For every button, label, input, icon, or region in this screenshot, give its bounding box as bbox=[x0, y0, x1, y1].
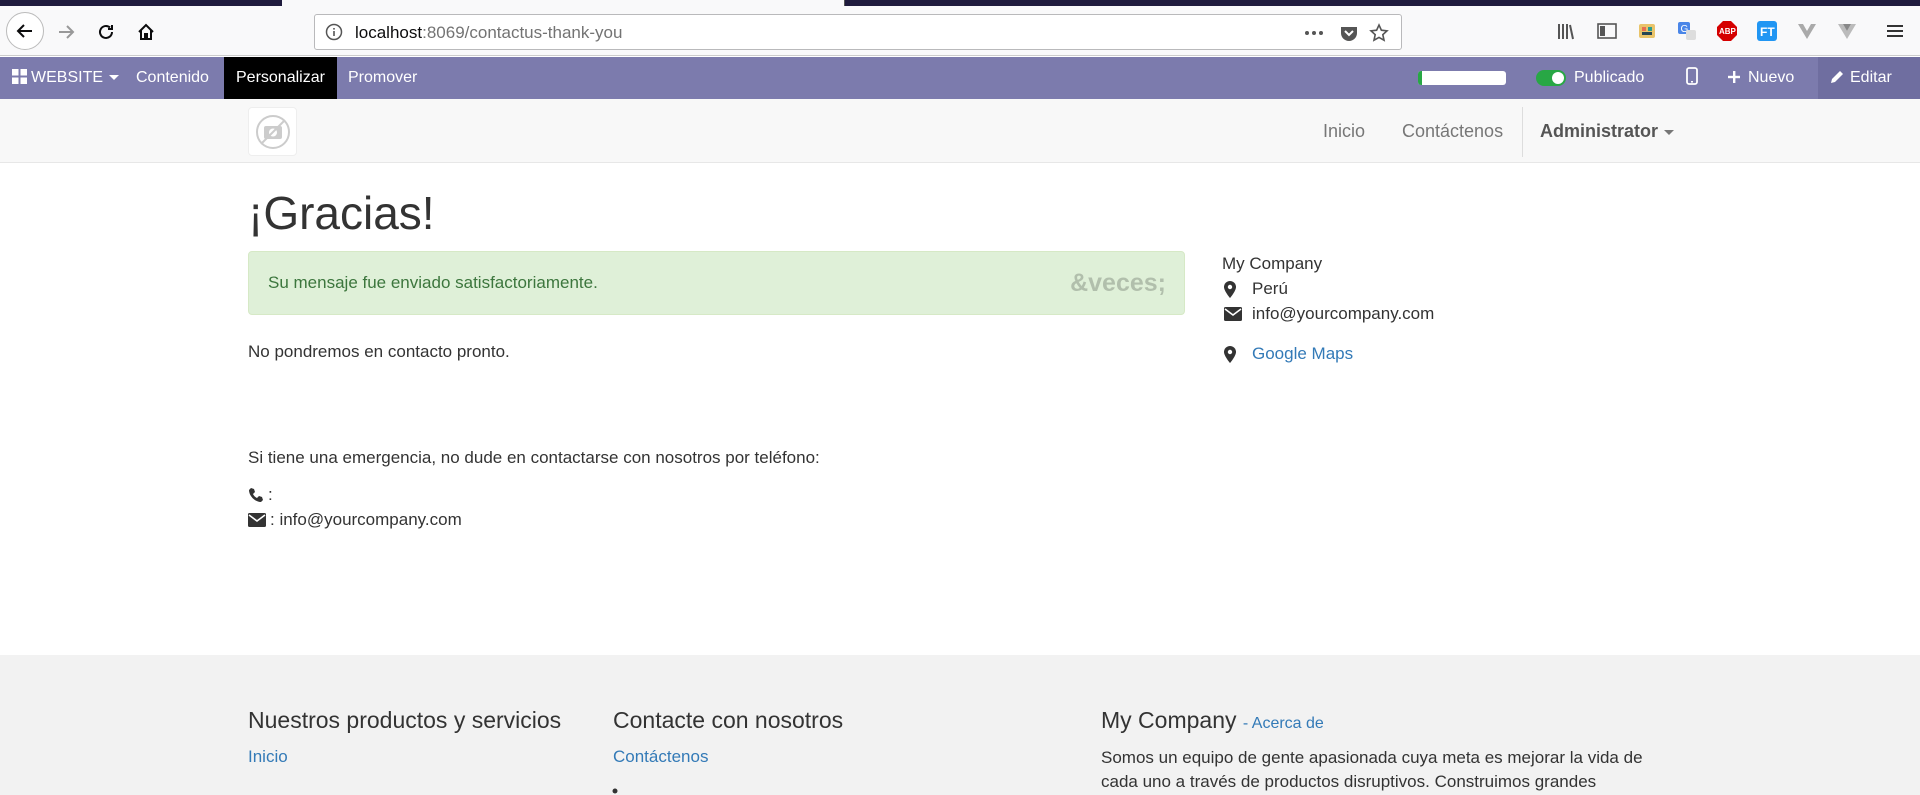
editar-label: Editar bbox=[1850, 69, 1892, 86]
footer-products-title: Nuestros productos y servicios bbox=[248, 707, 562, 733]
odoo-website-bar: WEBSITE Contenido Personalizar Promover … bbox=[0, 57, 1920, 99]
hamburger-menu-icon[interactable] bbox=[1884, 20, 1906, 42]
plus-icon bbox=[1728, 71, 1740, 83]
reload-icon bbox=[99, 24, 113, 39]
sidebar-country: Perú bbox=[1252, 279, 1288, 298]
google-maps-link[interactable]: Google Maps bbox=[1252, 344, 1353, 364]
url-host: localhost bbox=[355, 23, 423, 42]
chevron-down-icon bbox=[1664, 129, 1675, 135]
page-title: ¡Gracias! bbox=[248, 187, 435, 239]
adblock-extension-icon[interactable]: ABP bbox=[1716, 20, 1738, 42]
svg-text:FT: FT bbox=[1760, 25, 1775, 39]
vue-devtools-icon[interactable] bbox=[1796, 20, 1818, 42]
nuevo-label: Nuevo bbox=[1748, 69, 1795, 86]
translate-extension-icon[interactable]: G bbox=[1676, 20, 1698, 42]
site-footer: Nuestros productos y servicios Inicio Co… bbox=[0, 655, 1920, 795]
nuevo-button[interactable]: Nuevo bbox=[1716, 57, 1806, 99]
emergency-text: Si tiene una emergencia, no dude en cont… bbox=[248, 448, 820, 467]
envelope-icon bbox=[248, 513, 266, 527]
mobile-preview-button[interactable] bbox=[1674, 57, 1710, 99]
footer-contact-title: Contacte con nosotros bbox=[613, 707, 844, 733]
sidebar-email: info@yourcompany.com bbox=[1252, 304, 1435, 323]
mobile-phone-icon bbox=[1686, 67, 1698, 85]
user-menu[interactable]: Administrator bbox=[1540, 99, 1675, 163]
company-logo[interactable] bbox=[248, 107, 297, 156]
arrow-left-icon bbox=[16, 24, 32, 38]
pencil-icon bbox=[1831, 71, 1843, 83]
sidebar-company: My Company bbox=[1222, 254, 1323, 273]
svg-text:ABP: ABP bbox=[1719, 27, 1737, 36]
email-value: : info@yourcompany.com bbox=[270, 510, 462, 529]
menu-promover[interactable]: Promover bbox=[336, 57, 429, 99]
sidebar-maps-row: Google Maps bbox=[1224, 344, 1353, 364]
url-text[interactable]: localhost:8069/contactus-thank-you bbox=[355, 23, 622, 43]
url-bar[interactable]: localhost:8069/contactus-thank-you bbox=[314, 14, 1402, 50]
menu-contenido[interactable]: Contenido bbox=[124, 57, 221, 99]
phone-icon bbox=[249, 488, 263, 502]
publish-toggle[interactable]: Publicado bbox=[1524, 57, 1656, 99]
map-marker-icon bbox=[1224, 345, 1236, 363]
camera-placeholder-icon bbox=[255, 114, 290, 149]
phone-line: : bbox=[248, 485, 273, 505]
envelope-icon bbox=[1224, 307, 1242, 321]
info-icon[interactable] bbox=[325, 23, 343, 46]
map-marker-icon bbox=[1224, 280, 1236, 298]
alert-close-button[interactable]: &veces; bbox=[1070, 269, 1166, 298]
alert-message: Su mensaje fue enviado satisfactoriament… bbox=[268, 273, 598, 292]
footer-company-title: My Company - Acerca de bbox=[1101, 707, 1324, 734]
user-name: Administrator bbox=[1540, 121, 1659, 141]
sidebar-icon[interactable] bbox=[1596, 20, 1618, 42]
email-line: : info@yourcompany.com bbox=[248, 510, 462, 530]
footer-about-link[interactable]: - Acerca de bbox=[1243, 715, 1324, 732]
sidebar-country-row: Perú bbox=[1224, 279, 1288, 299]
arrow-right-icon bbox=[59, 25, 75, 39]
nav-contactenos[interactable]: Contáctenos bbox=[1402, 99, 1503, 163]
apps-grid-icon bbox=[12, 69, 27, 84]
bookmark-star-icon[interactable] bbox=[1369, 23, 1389, 48]
phone-value: : bbox=[268, 485, 273, 504]
progress-fill bbox=[1418, 71, 1423, 85]
footer-contactenos-link[interactable]: Contáctenos bbox=[613, 747, 708, 767]
vue-extension-icon[interactable] bbox=[1836, 20, 1858, 42]
nav-inicio[interactable]: Inicio bbox=[1323, 99, 1365, 163]
home-button[interactable] bbox=[128, 14, 164, 50]
footer-inicio-link[interactable]: Inicio bbox=[248, 747, 288, 767]
forward-button[interactable] bbox=[48, 14, 84, 50]
ft-extension-icon[interactable]: FT bbox=[1756, 20, 1778, 42]
website-menu[interactable]: WEBSITE bbox=[0, 57, 131, 99]
success-alert: Su mensaje fue enviado satisfactoriament… bbox=[248, 251, 1185, 315]
footer-about-text-line2: cada uno a través de productos disruptiv… bbox=[1101, 772, 1597, 791]
website-label: WEBSITE bbox=[31, 69, 104, 86]
library-icon[interactable] bbox=[1556, 20, 1578, 42]
editar-button[interactable]: Editar bbox=[1818, 57, 1920, 99]
sidebar-email-row: info@yourcompany.com bbox=[1224, 304, 1434, 324]
contact-soon-text: No pondremos en contacto pronto. bbox=[248, 342, 510, 361]
browser-toolbar: localhost:8069/contactus-thank-you G ABP… bbox=[0, 6, 1920, 56]
toggle-switch-icon bbox=[1536, 69, 1566, 86]
home-icon bbox=[138, 23, 154, 40]
color-picker-extension-icon[interactable] bbox=[1636, 20, 1658, 42]
site-header: Inicio Contáctenos Administrator bbox=[0, 99, 1920, 163]
phone-icon bbox=[612, 788, 618, 794]
footer-company-name: My Company bbox=[1101, 707, 1237, 733]
publicado-label: Publicado bbox=[1574, 69, 1645, 86]
url-path: :8069/contactus-thank-you bbox=[422, 23, 623, 42]
footer-about-text-line1: Somos un equipo de gente apasionada cuya… bbox=[1101, 748, 1643, 767]
menu-personalizar[interactable]: Personalizar bbox=[224, 57, 337, 99]
more-dots-icon[interactable] bbox=[1303, 23, 1325, 48]
back-button[interactable] bbox=[6, 12, 44, 50]
chevron-down-icon bbox=[109, 75, 120, 81]
nav-divider bbox=[1522, 107, 1523, 157]
reload-button[interactable] bbox=[88, 14, 124, 50]
pocket-icon[interactable] bbox=[1339, 23, 1359, 48]
seo-progress-bar bbox=[1418, 71, 1506, 85]
